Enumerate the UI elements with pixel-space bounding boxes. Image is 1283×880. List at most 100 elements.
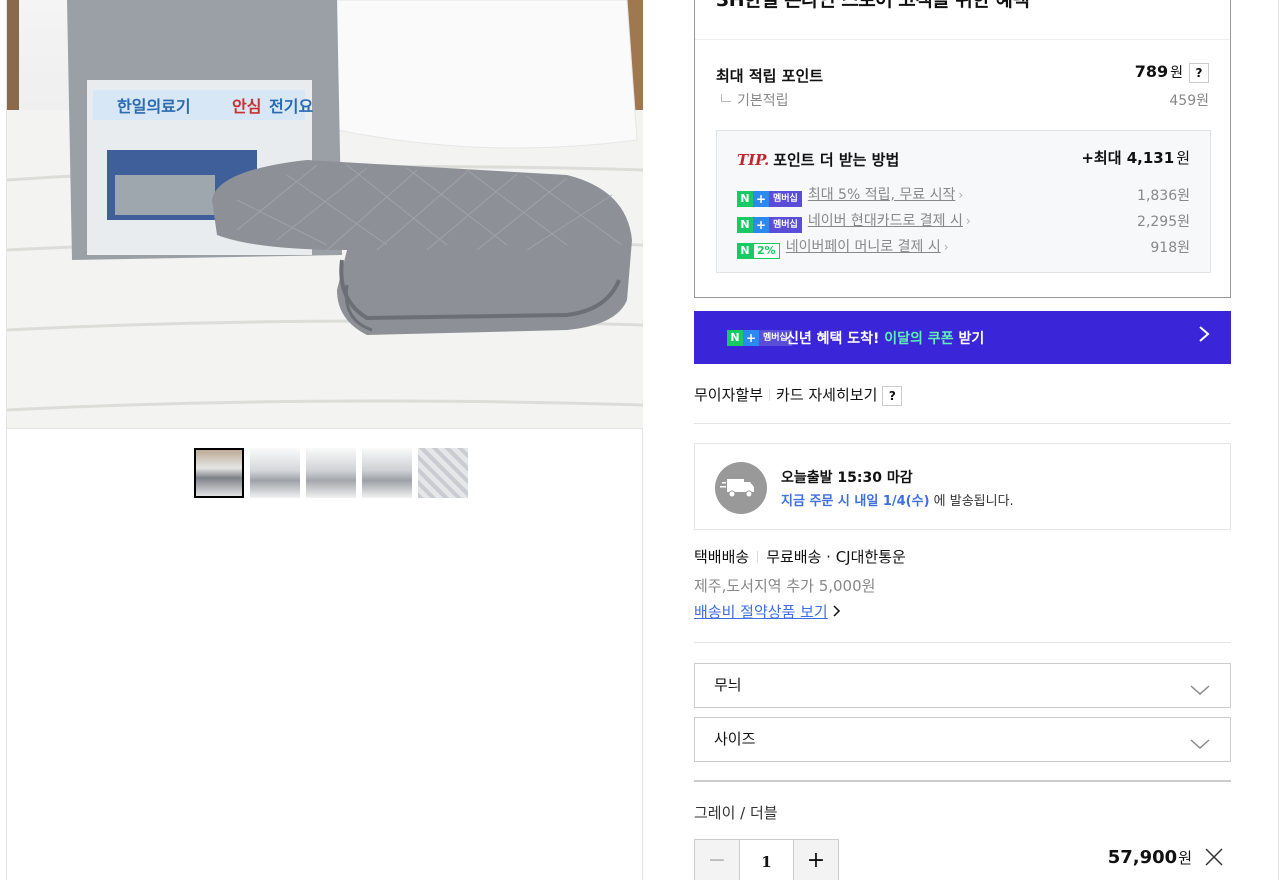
truck-icon — [715, 462, 767, 514]
tip-item-amount: 1,836원 — [1137, 188, 1190, 204]
selected-option-price: 57,900원 — [1108, 847, 1192, 868]
divider — [695, 39, 1230, 40]
promo-text-1: 신년 혜택 도착! — [786, 331, 885, 347]
promo-highlight: 이달의 쿠폰 — [884, 331, 954, 347]
tip-item-amount: 2,295원 — [1137, 214, 1190, 230]
naver-n-icon: N — [737, 217, 753, 233]
promo-text-2: 받기 — [953, 331, 985, 347]
size-select[interactable]: 사이즈 — [694, 717, 1231, 762]
thumbnail-5[interactable] — [418, 448, 468, 498]
tip-item-desc[interactable]: 네이버페이 머니로 결제 시 — [786, 239, 941, 255]
chevron-right-icon — [833, 603, 841, 621]
naver-membership-badge: N + 멤버십 — [737, 191, 802, 207]
installment-label: 무이자할부 — [694, 386, 764, 404]
pattern-select[interactable]: 무늬 — [694, 663, 1231, 708]
size-select-value: 사이즈 — [714, 730, 756, 748]
benefit-title: 3H한일 온라인 스토어 고객을 위한 혜택 — [716, 0, 1030, 11]
plus-icon: + — [753, 191, 769, 207]
chevron-down-icon — [1190, 728, 1210, 750]
pattern-select-value: 무늬 — [714, 676, 742, 694]
divider — [694, 642, 1231, 643]
divider — [769, 389, 771, 401]
delivery-info: 택배배송 무료배송 · CJ대한통운 — [694, 547, 906, 567]
naver-n-icon: N — [737, 191, 753, 207]
plus-icon: + — [743, 330, 759, 346]
tip-item-desc[interactable]: 네이버 현대카드로 결제 시 — [808, 213, 963, 229]
tip-item-amount: 918원 — [1150, 240, 1190, 256]
shipping-deadline: 오늘출발 15:30 마감 — [781, 470, 913, 486]
price-number: 57,900 — [1107, 847, 1178, 868]
card-details-link[interactable]: 카드 자세히보기 — [776, 386, 877, 404]
naver-membership-badge: N + 멤버십 — [737, 217, 802, 233]
shipping-saver-link-text[interactable]: 배송비 절약상품 보기 — [694, 603, 828, 621]
today-shipping-box: 오늘출발 15:30 마감 지금 주문 시 내일 1/4(수) 에 발송됩니다. — [694, 443, 1231, 530]
tip-item-membership[interactable]: N + 멤버십 최대 5% 적립, 무료 시작 › 1,836원 — [737, 184, 1190, 207]
won-unit: 원 — [1178, 849, 1192, 867]
delivery-extra-fee: 제주,도서지역 추가 5,000원 — [694, 577, 876, 595]
base-points-value: 459원 — [1169, 93, 1209, 109]
max-points-value: 789 원 — [1135, 62, 1183, 82]
tip-item-card[interactable]: N + 멤버십 네이버 현대카드로 결제 시 › 2,295원 — [737, 210, 1190, 233]
tip-word: TIP. — [737, 151, 770, 169]
close-icon — [1205, 848, 1223, 866]
remove-option-button[interactable] — [1203, 846, 1225, 868]
points-help-button[interactable]: ? — [1189, 63, 1209, 83]
tip-heading: TIP. 포인트 더 받는 방법 — [737, 149, 899, 170]
delivery-fee: 무료배송 · CJ대한통운 — [766, 548, 906, 566]
shipping-eta-date: 지금 주문 시 내일 1/4(수) — [781, 494, 930, 509]
thumbnail-1[interactable] — [194, 448, 244, 498]
naver-pay-badge: N 2% — [737, 243, 780, 259]
chevron-right-icon — [1197, 324, 1211, 349]
promo-text: 신년 혜택 도착! 이달의 쿠폰 받기 — [786, 328, 984, 348]
delivery-type: 택배배송 — [694, 548, 750, 566]
selected-option-name: 그레이 / 더블 — [694, 804, 778, 822]
divider — [757, 551, 759, 563]
benefit-box: 3H한일 온라인 스토어 고객을 위한 혜택 최대 적립 포인트 789 원 ? … — [694, 0, 1231, 298]
chevron-right-icon: › — [958, 188, 964, 202]
product-image-column: 한일의료기 안심 전기요 — [6, 0, 643, 880]
installment-row: 무이자할부 카드 자세히보기? — [694, 384, 903, 406]
divider — [694, 780, 1231, 782]
chevron-right-icon: › — [943, 240, 949, 254]
chevron-right-icon: › — [965, 214, 971, 228]
naver-n-icon: N — [727, 330, 743, 346]
percent-badge-text: 2% — [753, 243, 780, 259]
page-divider — [1278, 0, 1279, 880]
coupon-promo-banner[interactable]: N + 멤버십 신년 혜택 도착! 이달의 쿠폰 받기 — [694, 311, 1231, 364]
base-points-row: 기본적립 459원 — [716, 90, 1209, 110]
thumbnail-4[interactable] — [362, 448, 412, 498]
svg-text:전기요: 전기요 — [269, 97, 313, 116]
tip-box: TIP. 포인트 더 받는 방법 +최대 4,131 원 N + 멤버십 최대 5% 적립… — [716, 130, 1211, 273]
shipping-eta-rest: 에 발송됩니다. — [929, 494, 1014, 509]
quantity-decrease-button[interactable]: − — [695, 840, 739, 880]
base-points-label: 기본적립 — [737, 93, 789, 109]
naver-membership-badge: N + 멤버십 — [727, 330, 792, 346]
won-unit: 원 — [1176, 149, 1190, 167]
tip-title: 포인트 더 받는 방법 — [773, 151, 900, 169]
quantity-increase-button[interactable]: + — [794, 840, 838, 880]
svg-text:한일의료기: 한일의료기 — [117, 97, 191, 116]
card-help-button[interactable]: ? — [882, 386, 903, 406]
product-photo: 한일의료기 안심 전기요 — [7, 0, 643, 428]
quantity-value[interactable]: 1 — [739, 840, 794, 880]
thumbnail-strip — [194, 448, 468, 498]
naver-pay-icon: N — [737, 243, 753, 259]
tree-elbow-icon — [721, 94, 731, 102]
chevron-down-icon — [1190, 674, 1210, 696]
shipping-eta: 지금 주문 시 내일 1/4(수) 에 발송됩니다. — [781, 490, 1014, 509]
tip-max-value: +최대 4,131 — [1081, 149, 1175, 167]
max-points-row: 최대 적립 포인트 789 원 ? — [716, 62, 1209, 86]
product-main-image: 한일의료기 안심 전기요 — [7, 0, 643, 429]
thumbnail-3[interactable] — [306, 448, 356, 498]
membership-badge-text: 멤버십 — [769, 217, 802, 233]
membership-badge-text: 멤버십 — [769, 191, 802, 207]
max-points-number: 789 — [1134, 62, 1169, 81]
tip-item-pay-money[interactable]: N 2% 네이버페이 머니로 결제 시 › 918원 — [737, 236, 1190, 259]
shipping-saver-link[interactable]: 배송비 절약상품 보기 — [694, 601, 841, 622]
max-points-label: 최대 적립 포인트 — [716, 67, 824, 85]
divider — [694, 423, 1231, 424]
quantity-stepper: − 1 + — [694, 839, 839, 880]
plus-icon: + — [753, 217, 769, 233]
thumbnail-2[interactable] — [250, 448, 300, 498]
tip-item-desc[interactable]: 최대 5% 적립, 무료 시작 — [808, 187, 956, 203]
